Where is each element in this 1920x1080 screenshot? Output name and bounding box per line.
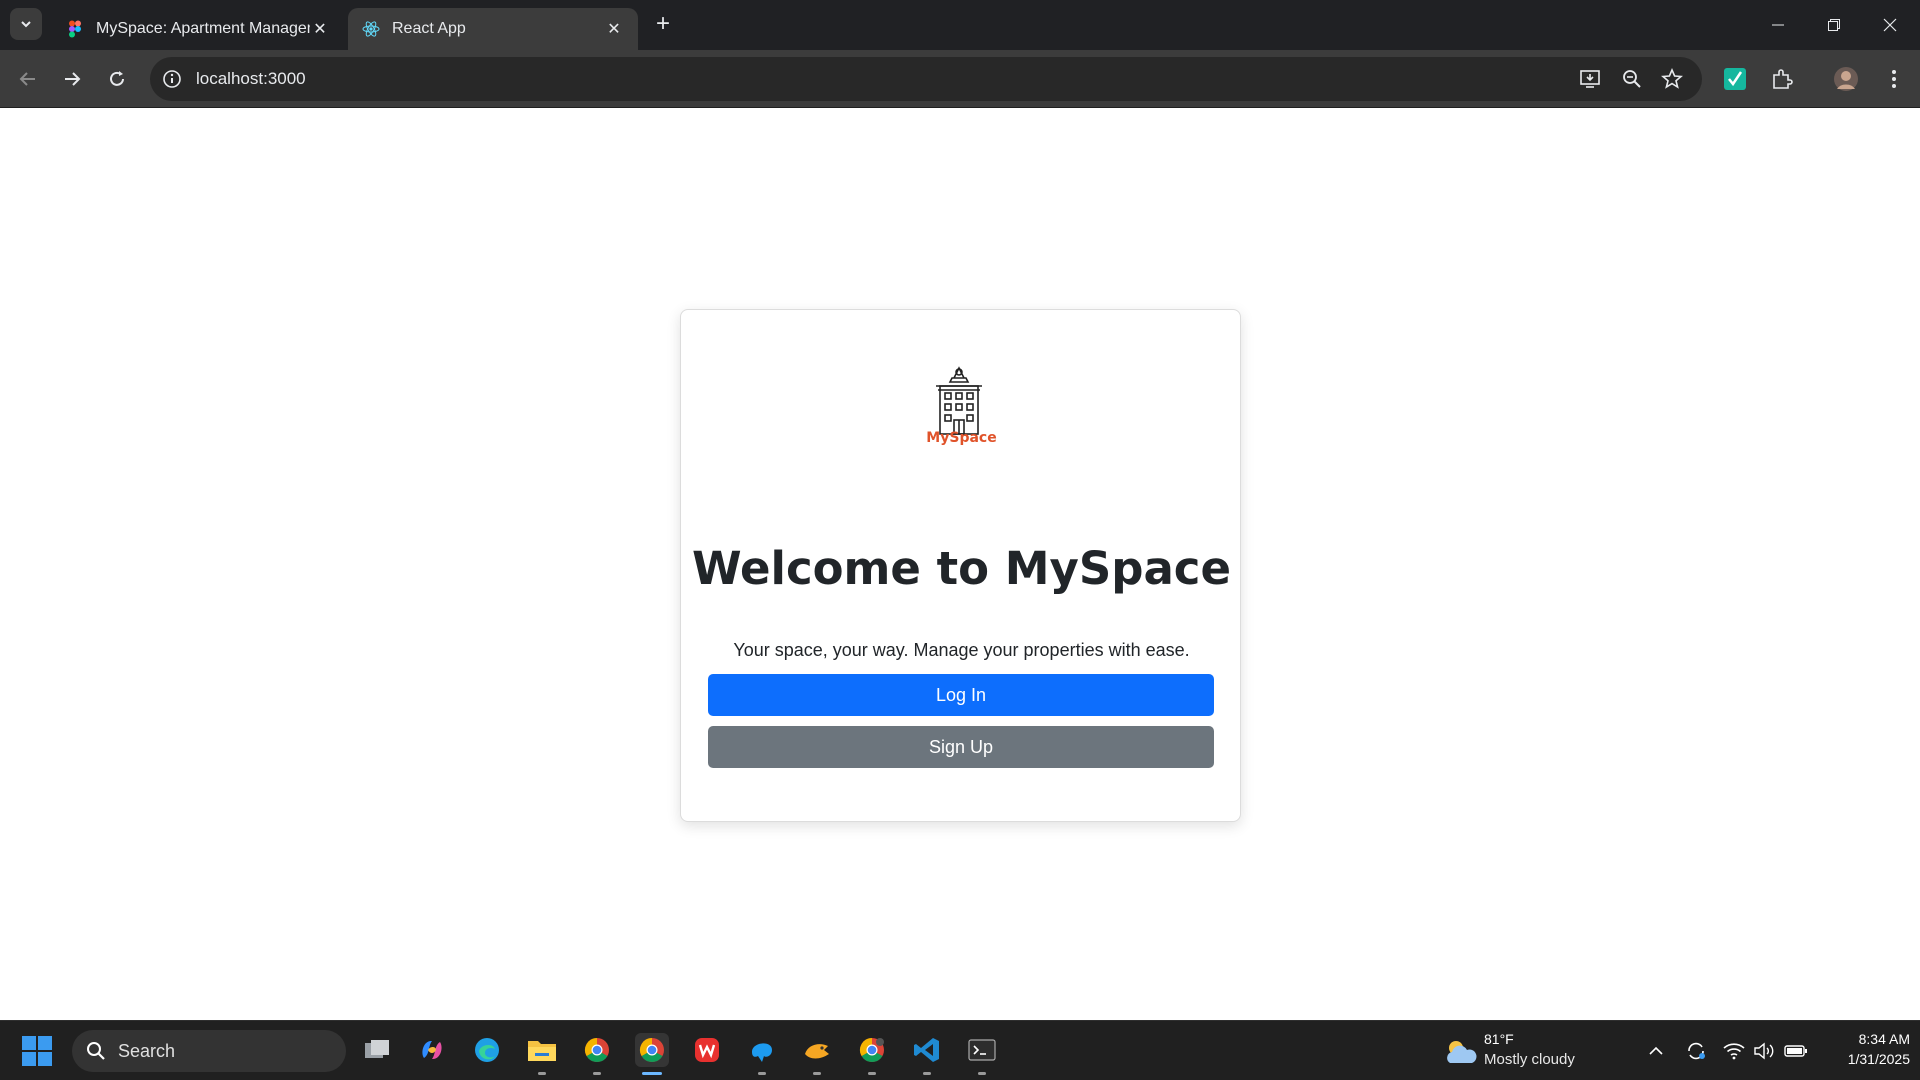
close-icon[interactable]: ✕ <box>604 19 624 39</box>
app-blue-icon[interactable] <box>745 1033 779 1075</box>
chrome-active-icon[interactable] <box>635 1033 669 1075</box>
edge-icon[interactable] <box>470 1033 504 1067</box>
clock-time: 8:34 AM <box>1858 1031 1910 1047</box>
windows-logo-quadrant <box>22 1052 36 1066</box>
extensions-button[interactable] <box>1768 65 1796 93</box>
minimize-button[interactable] <box>1750 0 1806 50</box>
running-indicator <box>538 1072 546 1075</box>
login-button[interactable]: Log In <box>708 674 1214 716</box>
restore-button[interactable] <box>1806 0 1862 50</box>
arrow-right-icon <box>65 72 81 86</box>
sync-icon <box>1688 1042 1705 1060</box>
chrome-alt-icon[interactable] <box>855 1033 889 1075</box>
running-indicator <box>758 1072 766 1075</box>
close-window-button[interactable] <box>1862 0 1918 50</box>
taskbar-search[interactable]: Search <box>72 1030 346 1072</box>
vscode-icon[interactable] <box>910 1033 944 1075</box>
clock-date: 1/31/2025 <box>1847 1051 1910 1067</box>
figma-icon <box>69 20 81 38</box>
windows-logo-quadrant <box>38 1052 52 1066</box>
forward-button[interactable] <box>56 63 88 95</box>
bookmark-star-icon[interactable] <box>1660 67 1684 91</box>
wps-icon[interactable] <box>690 1033 724 1067</box>
windows-logo-quadrant <box>38 1036 52 1050</box>
weather-widget[interactable]: 81°F Mostly cloudy <box>1440 1029 1590 1073</box>
page-title: Welcome to MySpace <box>691 542 1232 595</box>
browser-toolbar: localhost:3000 <box>0 50 1920 108</box>
show-hidden-icons-button[interactable] <box>1644 1039 1668 1063</box>
cloudy-weather-icon <box>1447 1041 1477 1063</box>
restore-icon <box>1828 19 1840 31</box>
copilot-icon[interactable] <box>415 1033 449 1067</box>
reload-button[interactable] <box>101 63 133 95</box>
reload-icon <box>110 71 124 86</box>
minimize-icon <box>1772 24 1784 26</box>
running-indicator <box>642 1072 662 1075</box>
arrow-left-icon <box>19 72 35 86</box>
signup-button[interactable]: Sign Up <box>708 726 1214 768</box>
task-view-icon[interactable] <box>360 1033 394 1067</box>
chevron-up-icon <box>1649 1046 1663 1055</box>
welcome-card: MySpace Welcome to MySpace Your space, y… <box>680 309 1241 822</box>
puzzle-icon <box>1773 69 1793 89</box>
running-indicator <box>813 1072 821 1075</box>
tab-label: MySpace: Apartment Managem <box>96 20 310 37</box>
address-bar[interactable]: localhost:3000 <box>150 57 1702 101</box>
tab-react-app[interactable]: React App ✕ <box>348 8 638 50</box>
profile-avatar[interactable] <box>1832 65 1860 93</box>
weather-condition: Mostly cloudy <box>1484 1051 1575 1068</box>
windows-logo-quadrant <box>22 1036 36 1050</box>
start-button[interactable] <box>22 1036 52 1066</box>
battery-icon[interactable] <box>1784 1039 1808 1063</box>
page-content: MySpace Welcome to MySpace Your space, y… <box>0 109 1920 1020</box>
search-label: Search <box>118 1040 176 1061</box>
back-button[interactable] <box>12 63 44 95</box>
extension-grammarly-icon[interactable] <box>1721 65 1749 93</box>
check-extension-icon <box>1724 68 1746 90</box>
wifi-icon[interactable] <box>1722 1039 1746 1063</box>
running-indicator <box>593 1072 601 1075</box>
more-vertical-icon <box>1892 70 1896 88</box>
app-yellow-icon[interactable] <box>800 1033 834 1075</box>
building-logo-icon <box>936 366 982 435</box>
install-app-icon[interactable] <box>1578 67 1602 91</box>
file-explorer-icon[interactable] <box>525 1033 559 1075</box>
menu-button[interactable] <box>1880 65 1908 93</box>
tab-search-button[interactable] <box>10 8 42 40</box>
terminal-icon[interactable] <box>965 1033 999 1075</box>
zoom-icon[interactable] <box>1620 67 1644 91</box>
search-icon <box>87 1042 105 1060</box>
react-icon <box>362 21 380 37</box>
close-icon <box>1883 18 1897 32</box>
tagline: Your space, your way. Manage your proper… <box>733 640 1190 660</box>
logo-text: MySpace <box>926 430 997 446</box>
new-tab-button[interactable]: + <box>650 12 676 38</box>
avatar-icon <box>1834 67 1858 91</box>
system-clock[interactable]: 8:34 AM 1/31/2025 <box>1820 1029 1910 1069</box>
tab-myspace-figma[interactable]: MySpace: Apartment Managem ✕ <box>52 8 344 50</box>
running-indicator <box>978 1072 986 1075</box>
sync-status-icon[interactable] <box>1684 1039 1708 1063</box>
volume-icon[interactable] <box>1752 1039 1776 1063</box>
info-icon[interactable] <box>160 67 184 91</box>
windows-taskbar: Search 81°F Mostly cloudy 8:34 AM 1/31/2… <box>0 1020 1920 1080</box>
running-indicator <box>868 1072 876 1075</box>
tab-label: React App <box>392 20 466 37</box>
browser-titlebar: MySpace: Apartment Managem ✕ React App ✕… <box>0 0 1920 50</box>
running-indicator <box>923 1072 931 1075</box>
weather-temp: 81°F <box>1484 1031 1514 1047</box>
url-text[interactable]: localhost:3000 <box>196 69 306 89</box>
close-icon[interactable]: ✕ <box>310 19 330 39</box>
chrome-icon[interactable] <box>580 1033 614 1075</box>
chevron-down-icon <box>21 21 31 28</box>
